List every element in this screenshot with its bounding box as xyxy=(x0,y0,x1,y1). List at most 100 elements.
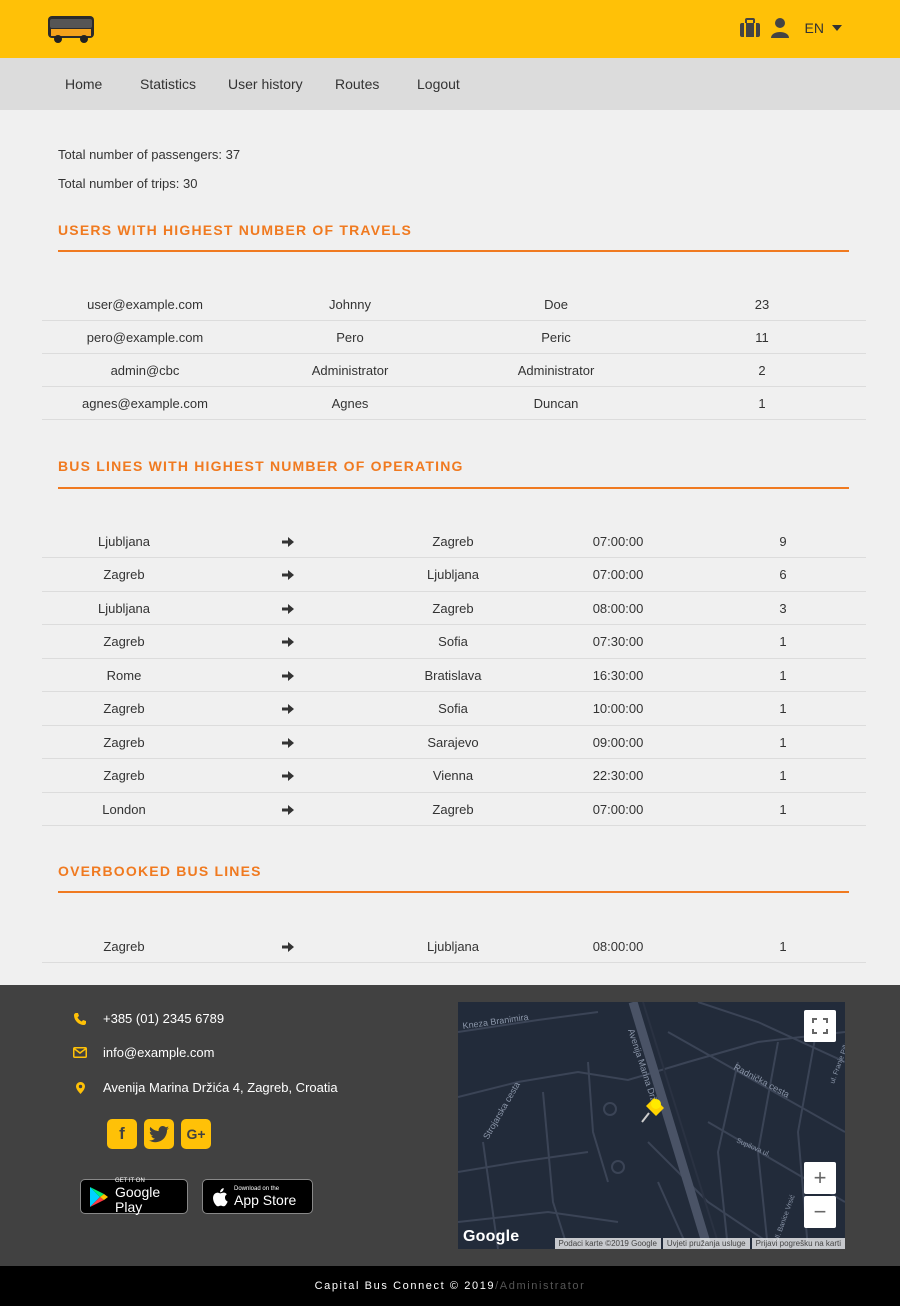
fullscreen-icon[interactable] xyxy=(804,1010,836,1042)
facebook-icon[interactable]: f xyxy=(107,1119,137,1149)
nav-logout[interactable]: Logout xyxy=(417,76,460,92)
user-cell: user@example.com xyxy=(87,297,203,312)
line-cell: Zagreb xyxy=(103,768,145,784)
location-map[interactable]: Kneza Branimira Avenija Marina Držića Ra… xyxy=(458,1002,845,1249)
map-report-link[interactable]: Prijavi pogrešku na karti xyxy=(751,1238,845,1249)
line-cell: Ljubljana xyxy=(97,600,151,616)
bus-icon[interactable] xyxy=(46,13,96,45)
google-play-icon xyxy=(89,1186,109,1208)
section-divider xyxy=(58,250,849,252)
copyright-bar: Capital Bus Connect © 2019 /Administrato… xyxy=(0,1266,900,1306)
map-terms-link[interactable]: Uvjeti pružanja usluge xyxy=(662,1238,750,1249)
map-attribution: Podaci karte ©2019 Google Uvjeti pružanj… xyxy=(553,1238,845,1249)
table-row: Zagreb Ljubljana 08:00:00 1 xyxy=(42,930,866,963)
table-row: agnes@example.com Agnes Duncan 1 xyxy=(42,387,866,420)
overbooked-cell: Zagreb xyxy=(103,939,145,954)
line-cell: Sofia xyxy=(438,701,468,717)
user-icon[interactable] xyxy=(770,18,789,38)
google-play-text: Google Play xyxy=(115,1184,161,1215)
contact-phone: +385 (01) 2345 6789 xyxy=(70,1011,224,1026)
line-cell: 07:30:00 xyxy=(592,634,644,650)
overbooked-cell: Ljubljana xyxy=(426,939,480,954)
contact-email: info@example.com xyxy=(70,1045,214,1060)
language-label: EN xyxy=(804,20,824,36)
arrow-right-icon xyxy=(282,667,294,685)
line-cell: 22:30:00 xyxy=(592,768,644,784)
line-cell: Zagreb xyxy=(103,701,145,717)
line-cell: 07:00:00 xyxy=(592,801,644,817)
line-cell: 07:00:00 xyxy=(592,533,644,549)
user-cell: Doe xyxy=(544,297,568,312)
arrow-right-icon xyxy=(282,734,294,752)
line-cell: 1 xyxy=(779,701,787,717)
google-plus-icon[interactable]: G+ xyxy=(181,1119,211,1149)
map-street-label: Ul. Banice Vrsić xyxy=(773,1194,797,1243)
line-cell: Sofia xyxy=(438,634,468,650)
app-store-badge[interactable]: Download on the App Store xyxy=(202,1179,313,1214)
zoom-in-icon[interactable]: + xyxy=(804,1162,836,1194)
app-store-text: App Store xyxy=(234,1191,297,1208)
twitter-icon[interactable] xyxy=(144,1119,174,1149)
user-cell: Duncan xyxy=(533,396,579,411)
line-cell: 07:00:00 xyxy=(592,567,644,583)
map-street-label: Radnička cesta xyxy=(732,1062,791,1100)
line-cell: Zagreb xyxy=(432,533,474,549)
briefcase-icon[interactable] xyxy=(739,18,761,38)
table-row: Zagreb Sofia 10:00:00 1 xyxy=(42,692,866,726)
line-cell: Zagreb xyxy=(103,734,145,750)
user-role-text: /Administrator xyxy=(495,1280,586,1292)
line-cell: 10:00:00 xyxy=(592,701,644,717)
phone-text[interactable]: +385 (01) 2345 6789 xyxy=(103,1011,224,1026)
line-cell: Ljubljana xyxy=(97,533,151,549)
map-street-label: Kneza Branimira xyxy=(462,1012,529,1031)
nav-user-history[interactable]: User history xyxy=(228,76,303,92)
section-title-top-lines: BUS LINES WITH HIGHEST NUMBER OF OPERATI… xyxy=(58,458,464,474)
copyright-text: Capital Bus Connect © 2019 xyxy=(314,1280,496,1292)
main-nav: Home Statistics User history Routes Logo… xyxy=(0,58,900,110)
line-cell: Sarajevo xyxy=(427,734,479,750)
line-cell: Vienna xyxy=(432,768,474,784)
address-text: Avenija Marina Držića 4, Zagreb, Croatia xyxy=(103,1080,338,1095)
line-cell: 9 xyxy=(779,533,787,549)
table-row: Zagreb Ljubljana 07:00:00 6 xyxy=(42,558,866,592)
zoom-out-icon[interactable]: − xyxy=(804,1196,836,1228)
overbooked-cell: 1 xyxy=(779,939,787,954)
user-cell: Agnes xyxy=(331,396,369,411)
chevron-down-icon xyxy=(832,25,842,31)
user-cell: Pero xyxy=(336,330,364,345)
language-selector[interactable]: EN xyxy=(805,20,842,36)
line-cell: 1 xyxy=(779,634,787,650)
google-play-badge[interactable]: GET IT ON Google Play xyxy=(80,1178,188,1215)
arrow-right-icon xyxy=(282,938,294,956)
section-divider xyxy=(58,487,849,489)
table-row: admin@cbc Administrator Administrator 2 xyxy=(42,354,866,387)
total-trips: Total number of trips: 30 xyxy=(58,176,198,191)
arrow-right-icon xyxy=(282,600,294,618)
table-row: Zagreb Sarajevo 09:00:00 1 xyxy=(42,726,866,759)
user-cell: 11 xyxy=(755,330,769,345)
line-cell: 1 xyxy=(779,734,787,750)
overbooked-cell: 08:00:00 xyxy=(592,939,644,954)
email-text[interactable]: info@example.com xyxy=(103,1045,214,1060)
line-cell: Zagreb xyxy=(432,801,474,817)
table-row: Zagreb Sofia 07:30:00 1 xyxy=(42,625,866,659)
table-row: Rome Bratislava 16:30:00 1 xyxy=(42,659,866,692)
top-users-table: user@example.com Johnny Doe 23 pero@example.… xyxy=(42,288,866,420)
nav-routes[interactable]: Routes xyxy=(335,76,379,92)
top-lines-table: Ljubljana Zagreb 07:00:00 9 Zagreb Ljubljana 0… xyxy=(42,525,866,826)
section-title-overbooked: OVERBOOKED BUS LINES xyxy=(58,863,262,879)
arrow-right-icon xyxy=(282,767,294,785)
table-row: London Zagreb 07:00:00 1 xyxy=(42,793,866,826)
nav-statistics[interactable]: Statistics xyxy=(140,76,196,92)
nav-home[interactable]: Home xyxy=(65,76,102,92)
table-row: Ljubljana Zagreb 08:00:00 3 xyxy=(42,592,866,625)
line-cell: Rome xyxy=(106,667,142,683)
line-cell: 16:30:00 xyxy=(592,667,644,683)
line-cell: 1 xyxy=(779,801,787,817)
line-cell: 1 xyxy=(779,768,787,784)
arrow-right-icon xyxy=(282,633,294,651)
user-cell: admin@cbc xyxy=(110,363,180,378)
google-logo: Google xyxy=(463,1228,520,1245)
line-cell: Zagreb xyxy=(432,600,474,616)
user-cell: 23 xyxy=(754,297,770,312)
